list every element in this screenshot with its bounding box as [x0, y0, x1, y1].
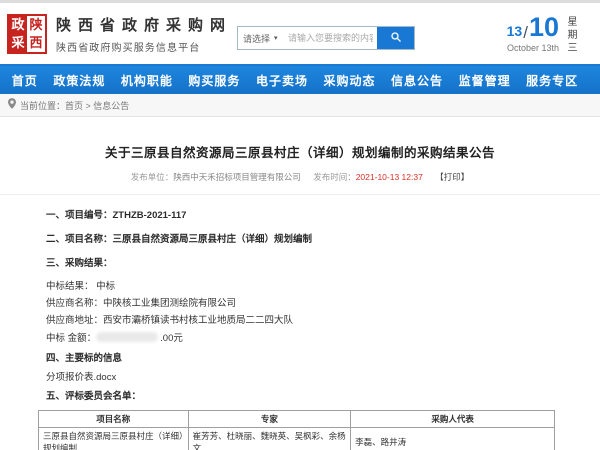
- date-slash: /: [523, 24, 528, 41]
- search-icon: [390, 31, 402, 46]
- logo-char-xi: 西: [27, 34, 45, 52]
- col-header-project-name: 项目名称: [39, 411, 189, 428]
- breadcrumb: 当前位置：首页 > 信息公告: [0, 94, 600, 117]
- publish-time-label: 发布时间：: [313, 172, 356, 182]
- nav-item-home[interactable]: 首页: [12, 72, 38, 89]
- chevron-down-icon: ▾: [274, 34, 278, 42]
- brand-subtitle: 陕西省政府购买服务信息平台: [56, 39, 232, 54]
- nav-item-buy-services[interactable]: 购买服务: [188, 72, 240, 89]
- location-pin-icon: [8, 96, 16, 114]
- print-button[interactable]: 【打印】: [435, 172, 469, 182]
- nav-item-supervision[interactable]: 监督管理: [459, 72, 511, 89]
- site-header: 政 陕 采 西 陕西省政府采购网 陕西省政府购买服务信息平台 请选择 ▾ 13 …: [0, 3, 600, 64]
- section-project-number: 一、项目编号：ZTHZB-2021-117: [46, 210, 562, 222]
- amount-suffix: .00元: [160, 333, 183, 344]
- date-numbers: 13 / 10: [507, 14, 559, 41]
- nav-item-policies[interactable]: 政策法规: [53, 72, 105, 89]
- committee-table: 项目名称 专家 采购人代表 三原县自然资源局三原县村庄（详细）规划编制 崔芳芳、…: [38, 410, 555, 450]
- date-widget: 13 / 10 October 13th 星期三: [507, 14, 595, 55]
- col-header-purchaser-reps: 采购人代表: [351, 411, 555, 428]
- date-day: 13: [507, 24, 523, 38]
- bid-result-line: 中标结果： 中标: [46, 281, 562, 293]
- section-result-heading: 三、采购结果：: [46, 258, 562, 270]
- article: 关于三原县自然资源局三原县村庄（详细）规划编制的采购结果公告 发布单位：陕西中天…: [0, 142, 600, 450]
- meta-divider: [0, 194, 600, 195]
- search-category-select[interactable]: 请选择 ▾: [238, 27, 284, 49]
- supplier-address-line: 供应商地址：西安市灞桥镇读书村核工业地质局二二四大队: [46, 315, 562, 327]
- logo-char-zheng: 政: [9, 16, 27, 34]
- date-ordinal: 13th: [541, 43, 559, 53]
- date-subtext: October 13th: [507, 43, 559, 53]
- cell-experts: 崔芳芳、杜晓丽、魏晓英、吴枫彩、余杨文: [188, 428, 351, 450]
- nav-item-procurement-news[interactable]: 采购动态: [324, 72, 376, 89]
- publisher-value: 陕西中天禾招标项目管理有限公司: [173, 172, 301, 182]
- nav-item-e-marketplace[interactable]: 电子卖场: [256, 72, 308, 89]
- breadcrumb-text[interactable]: 当前位置：首页 > 信息公告: [20, 99, 129, 112]
- logo-char-shan: 陕: [27, 16, 45, 34]
- search-select-label: 请选择: [243, 32, 270, 45]
- article-meta: 发布单位：陕西中天禾招标项目管理有限公司 发布时间：2021-10-13 12:…: [0, 171, 600, 183]
- logo-char-cai: 采: [9, 34, 27, 52]
- cell-project-name: 三原县自然资源局三原县村庄（详细）规划编制: [39, 428, 189, 450]
- brand-block: 陕西省政府采购网 陕西省政府购买服务信息平台: [56, 14, 232, 54]
- section-subject-info: 四、主要标的信息: [46, 353, 562, 365]
- col-header-experts: 专家: [188, 411, 351, 428]
- brand-title: 陕西省政府采购网: [56, 14, 232, 35]
- section-committee: 五、评标委员会名单：: [46, 391, 562, 403]
- main-nav: 首页 政策法规 机构职能 购买服务 电子卖场 采购动态 信息公告 监督管理 服务…: [0, 64, 600, 94]
- article-body: 一、项目编号：ZTHZB-2021-117 二、项目名称：三原县自然资源局三原县…: [0, 210, 600, 450]
- nav-item-service-zone[interactable]: 服务专区: [526, 72, 578, 89]
- nav-item-announcements[interactable]: 信息公告: [391, 72, 443, 89]
- publish-time-value: 2021-10-13 12:37: [356, 172, 423, 182]
- search-box: 请选择 ▾: [237, 26, 415, 50]
- date-month: 10: [529, 14, 559, 41]
- nav-item-functions[interactable]: 机构职能: [121, 72, 173, 89]
- article-title: 关于三原县自然资源局三原县村庄（详细）规划编制的采购结果公告: [0, 142, 600, 161]
- amount-redacted-blur: [96, 332, 158, 342]
- section-project-name: 二、项目名称：三原县自然资源局三原县村庄（详细）规划编制: [46, 234, 562, 246]
- date-month-name: October: [507, 43, 539, 53]
- table-header-row: 项目名称 专家 采购人代表: [39, 411, 555, 428]
- bid-amount-line: 中标 金额： .00元: [46, 332, 562, 345]
- cell-purchaser-reps: 李磊、路井涛: [351, 428, 555, 450]
- supplier-name-line: 供应商名称：中陕核工业集团测绘院有限公司: [46, 298, 562, 310]
- date-left: 13 / 10 October 13th: [507, 14, 559, 55]
- date-weekday: 星期三: [565, 14, 575, 55]
- search-button[interactable]: [377, 27, 414, 49]
- search-input[interactable]: [284, 27, 377, 49]
- amount-label: 中标 金额：: [46, 333, 96, 344]
- table-row: 三原县自然资源局三原县村庄（详细）规划编制 崔芳芳、杜晓丽、魏晓英、吴枫彩、余杨…: [39, 428, 555, 450]
- publisher-label: 发布单位：: [131, 172, 174, 182]
- attachment-link[interactable]: 分项报价表.docx: [46, 372, 562, 384]
- site-logo-seal[interactable]: 政 陕 采 西: [7, 14, 47, 54]
